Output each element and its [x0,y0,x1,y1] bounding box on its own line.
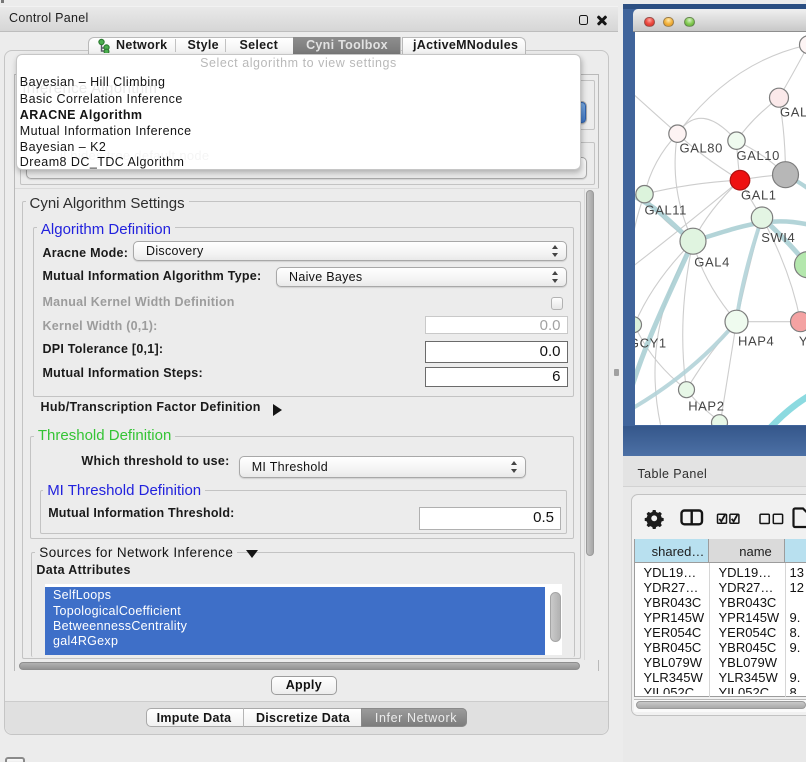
svg-text:SWI4: SWI4 [761,230,795,245]
svg-text:GCY1: GCY1 [635,336,667,351]
svg-text:GAL10: GAL10 [736,148,779,163]
svg-text:YD: YD [798,334,806,349]
svg-text:GAL80: GAL80 [679,141,722,156]
svg-text:GAL11: GAL11 [644,203,686,218]
svg-text:HAP2: HAP2 [688,399,724,414]
svg-text:HAP4: HAP4 [737,334,773,349]
svg-text:GAL7: GAL7 [779,105,806,120]
svg-text:GAL4: GAL4 [694,255,730,270]
svg-text:GAL1: GAL1 [740,188,776,203]
